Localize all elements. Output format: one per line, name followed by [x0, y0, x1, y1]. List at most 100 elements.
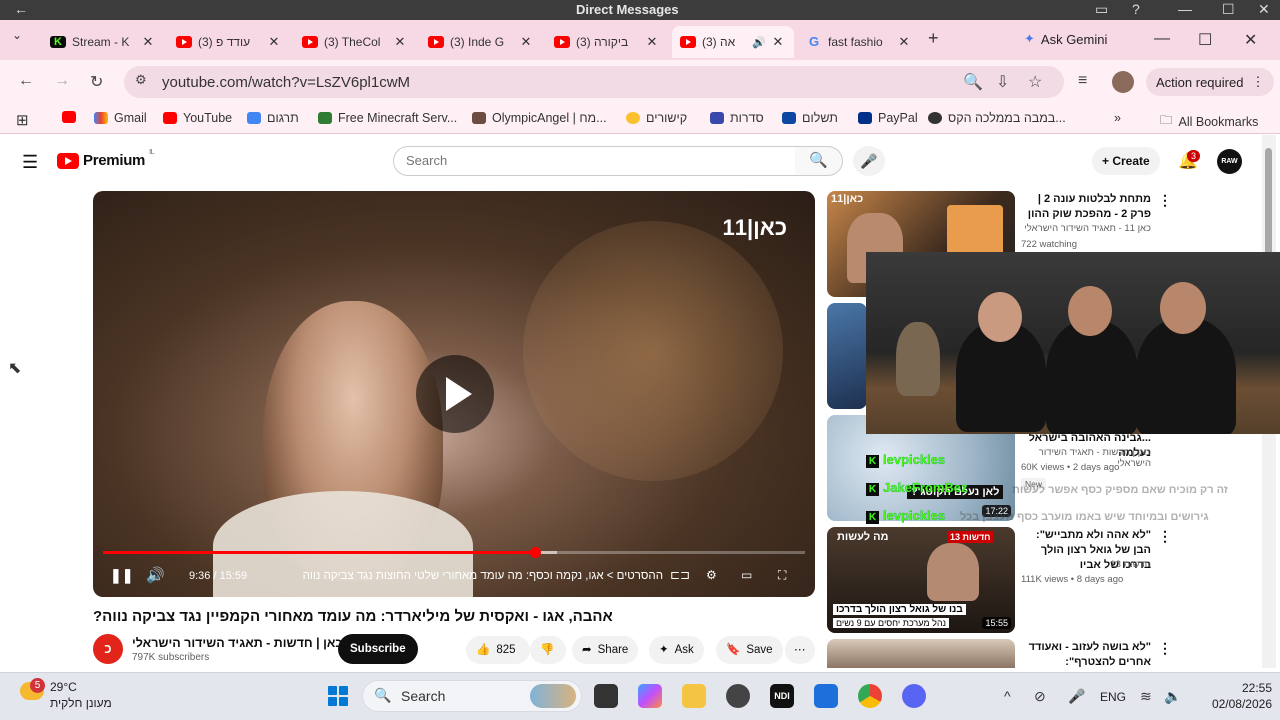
- bookmarks-overflow-icon[interactable]: »: [1114, 111, 1121, 125]
- url-text[interactable]: youtube.com/watch?v=LsZV6pl1cwM: [162, 74, 410, 91]
- youtube-premium-logo[interactable]: Premium IL: [57, 149, 155, 169]
- fullscreen-icon[interactable]: ⛶: [778, 568, 786, 583]
- bookmark-payment[interactable]: תשלום: [782, 111, 838, 125]
- bookmark-olympicangel[interactable]: OlympicAngel | מח...: [472, 111, 607, 125]
- channel-avatar[interactable]: כ: [93, 634, 123, 664]
- tab-kick-stream[interactable]: K Stream - K ✕: [42, 26, 164, 58]
- volume-icon[interactable]: 🔊: [146, 566, 165, 584]
- action-required-button[interactable]: Action required ⋮: [1146, 68, 1275, 96]
- bookmark-paypal[interactable]: PayPal: [858, 111, 918, 125]
- search-button[interactable]: 🔍: [795, 146, 843, 176]
- speaker-icon[interactable]: 🔈: [1164, 688, 1181, 705]
- chapter-title[interactable]: ההסרטים > אגו, נקמה וכסף: מה עומד מאחורי…: [253, 570, 663, 582]
- back-icon[interactable]: ←: [18, 72, 34, 90]
- bookmark-youtube-icon[interactable]: [62, 111, 76, 123]
- apps-grid-icon[interactable]: ⊞: [16, 111, 29, 129]
- bookmark-translate[interactable]: תרגום: [247, 111, 299, 125]
- settings-icon[interactable]: ⚙: [706, 568, 717, 582]
- site-info-icon[interactable]: ⚙: [135, 72, 147, 88]
- progress-scrubber[interactable]: [529, 547, 541, 558]
- notepad-icon[interactable]: [814, 684, 838, 708]
- tab-search-icon[interactable]: ⌄: [12, 28, 22, 42]
- wifi-icon[interactable]: ≋: [1140, 688, 1152, 705]
- tab-youtube-3[interactable]: (3) Inde G ✕: [420, 26, 542, 58]
- create-button[interactable]: + Create: [1092, 147, 1160, 175]
- dislike-button[interactable]: 👎: [530, 636, 566, 664]
- rec-thumbnail[interactable]: מה לעשות חדשות 13 בנו של גואל רצון הולך …: [827, 527, 1015, 633]
- clock-time[interactable]: 22:55: [1228, 681, 1272, 695]
- bookmark-minecraft[interactable]: Free Minecraft Serv...: [318, 111, 457, 125]
- tab-close-icon[interactable]: ✕: [140, 34, 156, 50]
- task-view-icon[interactable]: [594, 684, 618, 708]
- rec-menu-icon[interactable]: ⋮: [1158, 640, 1172, 657]
- captions-icon[interactable]: ⊏⊐: [670, 568, 690, 582]
- rec-channel[interactable]: חדשות 13: [1021, 559, 1151, 570]
- ask-button[interactable]: ✦ Ask: [649, 636, 704, 664]
- channel-name[interactable]: כאן | חדשות - תאגיד השידור הישראלי: [132, 636, 342, 650]
- minimize-button[interactable]: —: [1154, 30, 1170, 48]
- maximize-button[interactable]: ☐: [1198, 30, 1212, 50]
- tab-close-icon[interactable]: ✕: [896, 34, 912, 50]
- account-avatar[interactable]: RAW: [1217, 149, 1242, 174]
- install-app-icon[interactable]: ⇩: [996, 72, 1009, 92]
- reload-icon[interactable]: ↻: [90, 72, 103, 92]
- save-button[interactable]: 🔖 Save: [716, 636, 783, 664]
- microphone-icon[interactable]: 🎤: [1068, 688, 1085, 705]
- more-actions-button[interactable]: ⋯: [785, 636, 815, 664]
- profile-avatar[interactable]: [1112, 71, 1134, 93]
- tab-youtube-active[interactable]: (3) אה 🔊 ✕: [672, 26, 794, 58]
- rec-thumbnail[interactable]: [827, 303, 867, 409]
- tab-youtube-1[interactable]: (3) עודד פ ✕: [168, 26, 290, 58]
- obs-icon[interactable]: [726, 684, 750, 708]
- bookmark-star-icon[interactable]: ☆: [1028, 72, 1042, 92]
- clock-date[interactable]: 02/08/2026: [1201, 697, 1272, 711]
- scrollbar-thumb[interactable]: [1265, 148, 1272, 260]
- media-controls-icon[interactable]: ≡: [1078, 72, 1087, 90]
- zoom-icon[interactable]: 🔍: [963, 72, 983, 92]
- bookmark-youtube[interactable]: YouTube: [163, 111, 232, 125]
- forward-icon[interactable]: →: [54, 72, 70, 90]
- ndi-icon[interactable]: NDI: [770, 684, 794, 708]
- tab-close-icon[interactable]: ✕: [518, 34, 534, 50]
- bookmark-gmail[interactable]: Gmail: [94, 111, 147, 125]
- network-icon[interactable]: ⊘: [1034, 688, 1046, 705]
- ask-gemini-button[interactable]: ✦ Ask Gemini: [1014, 25, 1117, 53]
- tab-google-search[interactable]: G fast fashio ✕: [798, 26, 920, 58]
- rec-menu-icon[interactable]: ⋮: [1158, 528, 1172, 545]
- rec-channel[interactable]: כאן 11 - תאגיד השידור הישראלי: [1021, 223, 1151, 234]
- discord-icon[interactable]: [902, 684, 926, 708]
- search-input[interactable]: Search: [393, 146, 796, 176]
- share-button[interactable]: ➦ Share: [572, 636, 639, 664]
- close-window-button[interactable]: ✕: [1244, 30, 1257, 50]
- tab-close-icon[interactable]: ✕: [644, 34, 660, 50]
- like-button[interactable]: 👍 825: [466, 636, 530, 664]
- play-button-large[interactable]: [416, 355, 494, 433]
- audio-playing-icon[interactable]: 🔊: [752, 36, 766, 49]
- guide-menu-icon[interactable]: ☰: [22, 152, 38, 173]
- file-explorer-icon[interactable]: [682, 684, 706, 708]
- subscribe-button[interactable]: Subscribe: [338, 634, 418, 664]
- language-indicator[interactable]: ENG: [1100, 690, 1126, 704]
- tab-youtube-4[interactable]: (3) ביקורה ✕: [546, 26, 668, 58]
- rec-thumbnail[interactable]: [827, 639, 1015, 668]
- tab-close-icon[interactable]: ✕: [392, 34, 408, 50]
- rec-menu-icon[interactable]: ⋮: [1158, 192, 1172, 209]
- tab-youtube-2[interactable]: (3) TheCol ✕: [294, 26, 416, 58]
- chrome-icon[interactable]: [858, 684, 882, 708]
- bookmark-links[interactable]: קישורים: [626, 111, 687, 125]
- all-bookmarks[interactable]: 🗀 All Bookmarks: [1160, 111, 1258, 132]
- miniplayer-icon[interactable]: ▭: [741, 568, 752, 582]
- weather-description[interactable]: מעונן חלקית: [50, 696, 112, 710]
- start-button[interactable]: [328, 686, 348, 706]
- tab-close-icon[interactable]: ✕: [266, 34, 282, 50]
- temperature[interactable]: 29°C: [50, 680, 77, 694]
- voice-search-button[interactable]: 🎤: [853, 146, 885, 176]
- bookmark-series[interactable]: סדרות: [710, 111, 764, 125]
- pause-icon[interactable]: ❚❚: [110, 567, 133, 584]
- tab-close-icon[interactable]: ✕: [770, 34, 786, 50]
- bookmark-bamba[interactable]: במבה בממלכה הקס...: [928, 111, 1066, 125]
- copilot-icon[interactable]: [638, 684, 662, 708]
- rec-title[interactable]: מתחת לבלטות עונה 2 | פרק 2 - מהפכת שוק ה…: [1021, 192, 1151, 222]
- new-tab-button[interactable]: +: [928, 28, 946, 49]
- tray-overflow-icon[interactable]: ^: [1004, 688, 1011, 704]
